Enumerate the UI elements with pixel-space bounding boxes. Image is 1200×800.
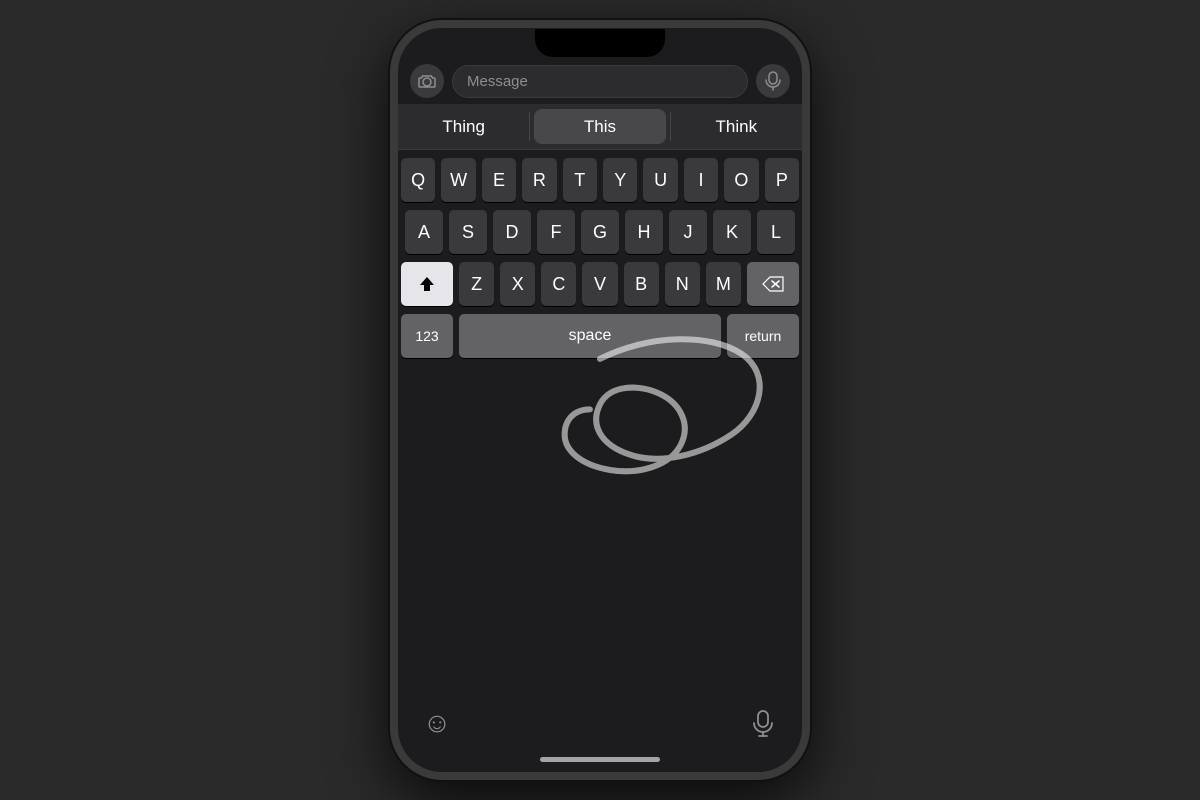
key-o[interactable]: O bbox=[724, 158, 758, 202]
key-e[interactable]: E bbox=[482, 158, 516, 202]
predictive-bar: Thing This Think bbox=[398, 104, 802, 150]
keyboard-area: Thing This Think Q W E R T bbox=[398, 104, 802, 772]
key-v[interactable]: V bbox=[582, 262, 617, 306]
key-k[interactable]: K bbox=[713, 210, 751, 254]
key-row-2: A S D F G H J K L bbox=[401, 210, 799, 254]
key-t[interactable]: T bbox=[563, 158, 597, 202]
key-h[interactable]: H bbox=[625, 210, 663, 254]
key-y[interactable]: Y bbox=[603, 158, 637, 202]
mic-icon bbox=[752, 710, 774, 738]
dictation-button[interactable] bbox=[744, 705, 782, 743]
key-numbers[interactable]: 123 bbox=[401, 314, 453, 358]
key-p[interactable]: P bbox=[765, 158, 799, 202]
message-bar: Message bbox=[398, 58, 802, 104]
key-r[interactable]: R bbox=[522, 158, 556, 202]
top-bar bbox=[398, 28, 802, 58]
key-delete[interactable] bbox=[747, 262, 799, 306]
key-a[interactable]: A bbox=[405, 210, 443, 254]
key-m[interactable]: M bbox=[706, 262, 741, 306]
camera-icon[interactable] bbox=[410, 64, 444, 98]
key-row-4: 123 space return bbox=[401, 314, 799, 358]
key-s[interactable]: S bbox=[449, 210, 487, 254]
predictive-think[interactable]: Think bbox=[671, 104, 802, 149]
key-z[interactable]: Z bbox=[459, 262, 494, 306]
pred-divider-1 bbox=[529, 112, 530, 141]
keyboard: Q W E R T Y U I O P A S D F G bbox=[398, 150, 802, 699]
key-x[interactable]: X bbox=[500, 262, 535, 306]
key-u[interactable]: U bbox=[643, 158, 677, 202]
key-d[interactable]: D bbox=[493, 210, 531, 254]
notch bbox=[535, 29, 665, 57]
key-row-3: Z X C V B N M bbox=[401, 262, 799, 306]
key-f[interactable]: F bbox=[537, 210, 575, 254]
predictive-this[interactable]: This bbox=[534, 109, 665, 144]
key-space[interactable]: space bbox=[459, 314, 721, 358]
message-placeholder: Message bbox=[467, 73, 528, 90]
predictive-thing[interactable]: Thing bbox=[398, 104, 529, 149]
key-shift[interactable] bbox=[401, 262, 453, 306]
key-c[interactable]: C bbox=[541, 262, 576, 306]
key-j[interactable]: J bbox=[669, 210, 707, 254]
key-b[interactable]: B bbox=[624, 262, 659, 306]
key-return[interactable]: return bbox=[727, 314, 799, 358]
key-w[interactable]: W bbox=[441, 158, 475, 202]
key-l[interactable]: L bbox=[757, 210, 795, 254]
message-mic-button[interactable] bbox=[756, 64, 790, 98]
keyboard-bottom-bar: ☺ bbox=[398, 699, 802, 751]
home-indicator bbox=[540, 757, 660, 762]
key-n[interactable]: N bbox=[665, 262, 700, 306]
key-q[interactable]: Q bbox=[401, 158, 435, 202]
home-indicator-area bbox=[398, 751, 802, 772]
emoji-icon: ☺ bbox=[423, 708, 452, 740]
screen: Message Thing This bbox=[398, 28, 802, 772]
key-g[interactable]: G bbox=[581, 210, 619, 254]
phone-frame: Message Thing This bbox=[390, 20, 810, 780]
message-input[interactable]: Message bbox=[452, 65, 748, 98]
key-i[interactable]: I bbox=[684, 158, 718, 202]
emoji-button[interactable]: ☺ bbox=[418, 705, 456, 743]
key-row-1: Q W E R T Y U I O P bbox=[401, 158, 799, 202]
